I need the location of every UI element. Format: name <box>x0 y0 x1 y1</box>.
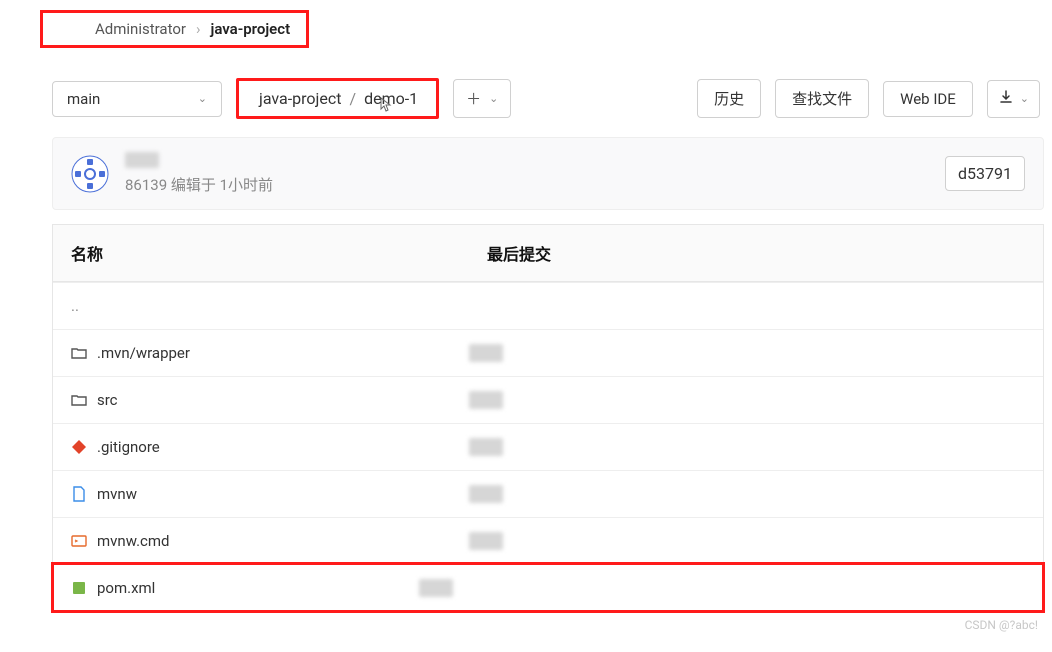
col-name: 名称 <box>53 225 469 281</box>
avatar[interactable] <box>71 155 109 193</box>
table-header: 名称 最后提交 <box>53 224 1043 282</box>
chevron-down-icon: ⌄ <box>1020 92 1029 105</box>
table-row[interactable]: src <box>53 376 1043 423</box>
web-ide-button[interactable]: Web IDE <box>883 81 973 117</box>
path-breadcrumb[interactable]: java-project / demo-1 <box>236 78 439 119</box>
watermark: CSDN @?abc! <box>0 612 1052 632</box>
table-row[interactable]: .mvn/wrapper <box>53 329 1043 376</box>
git-icon <box>71 439 87 455</box>
download-button[interactable]: ⌄ <box>987 80 1040 118</box>
download-icon <box>998 89 1014 109</box>
file-name: pom.xml <box>97 579 155 597</box>
file-name: mvnw.cmd <box>97 532 170 550</box>
cursor-icon <box>376 96 392 118</box>
parent-dir-row[interactable]: .. <box>53 282 1043 329</box>
slash-icon: / <box>349 89 356 108</box>
commit-sha[interactable]: d53791 <box>945 156 1025 191</box>
commit-subline: 86139 编辑于 1小时前 <box>125 174 929 195</box>
file-table: 名称 最后提交 .. .mvn/wrapper src .gitignore <box>52 224 1044 612</box>
folder-icon <box>71 392 87 408</box>
chevron-right-icon: › <box>196 20 201 38</box>
table-row[interactable]: mvnw.cmd <box>53 517 1043 564</box>
console-icon <box>71 533 87 549</box>
commit-redacted <box>419 579 453 597</box>
breadcrumb-root[interactable]: Administrator <box>95 20 186 38</box>
commit-redacted <box>469 344 503 362</box>
file-icon <box>71 486 87 502</box>
file-name: .gitignore <box>97 438 160 456</box>
branch-selector[interactable]: main ⌄ <box>52 81 222 117</box>
file-name: .mvn/wrapper <box>97 344 190 362</box>
breadcrumb: Administrator › java-project <box>40 10 309 48</box>
table-row-pom[interactable]: pom.xml <box>53 564 1043 611</box>
xml-icon <box>71 580 87 596</box>
breadcrumb-current[interactable]: java-project <box>211 20 291 38</box>
plus-icon: ＋ <box>466 88 481 109</box>
repo-toolbar: main ⌄ java-project / demo-1 ＋ ⌄ 历史 查找文件… <box>0 48 1052 133</box>
col-last-commit: 最后提交 <box>469 225 1043 281</box>
chevron-down-icon: ⌄ <box>489 92 498 105</box>
file-name: src <box>97 391 118 409</box>
commit-redacted <box>469 438 503 456</box>
add-button[interactable]: ＋ ⌄ <box>453 79 511 118</box>
commit-title-redacted <box>125 152 159 168</box>
path-parent[interactable]: java-project <box>259 89 341 108</box>
table-row[interactable]: mvnw <box>53 470 1043 517</box>
file-name: mvnw <box>97 485 137 503</box>
commit-redacted <box>469 485 503 503</box>
history-button[interactable]: 历史 <box>697 79 761 118</box>
commit-redacted <box>469 391 503 409</box>
commit-redacted <box>469 532 503 550</box>
last-commit-panel: 86139 编辑于 1小时前 d53791 <box>52 137 1044 210</box>
branch-name: main <box>67 90 100 108</box>
find-file-button[interactable]: 查找文件 <box>775 79 869 118</box>
up-dir: .. <box>71 297 79 315</box>
table-row[interactable]: .gitignore <box>53 423 1043 470</box>
folder-icon <box>71 345 87 361</box>
chevron-down-icon: ⌄ <box>198 92 207 105</box>
